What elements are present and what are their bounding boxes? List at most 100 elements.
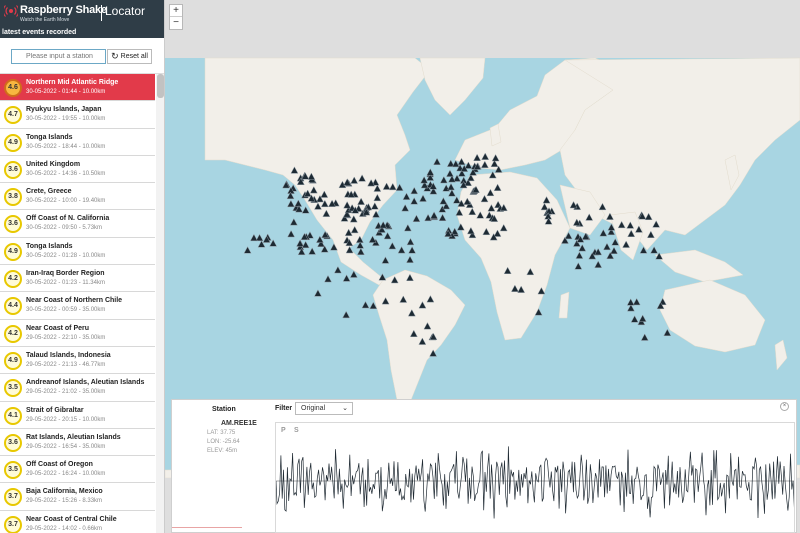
magnitude-badge: 3.7	[4, 515, 22, 533]
event-list-item[interactable]: 3.6 Off Coast of N. California 30-05-2022 …	[0, 210, 155, 238]
station-panel: × Station AM.REE1E LAT: 37.75 LON: -25.6…	[171, 399, 797, 533]
event-location: Baja California, Mexico	[26, 488, 103, 496]
event-location: Near Coast of Northern Chile	[26, 297, 123, 305]
reset-all-button[interactable]: ↻ Reset all	[107, 49, 152, 64]
event-location: Andreanof Islands, Aleutian Islands	[26, 379, 145, 387]
event-location: United Kingdom	[26, 160, 81, 168]
magnitude-badge: 4.1	[4, 406, 22, 425]
event-list-item[interactable]: 4.9 Talaud Islands, Indonesia 29-05-2022 -…	[0, 346, 155, 375]
magnitude-badge: 4.2	[4, 324, 22, 343]
magnitude-badge: 4.9	[4, 242, 22, 261]
event-time-depth: 30-05-2022 - 19:55 - 10.00km	[26, 116, 106, 123]
event-time-depth: 29-05-2022 - 16:24 - 10.00km	[26, 471, 106, 478]
event-list-item[interactable]: 4.9 Tonga Islands 30-05-2022 - 01:28 - 10.…	[0, 237, 155, 266]
event-location: Tonga Islands	[26, 242, 73, 250]
magnitude-badge: 4.2	[4, 270, 22, 289]
event-time-depth: 29-05-2022 - 21:13 - 46.77km	[26, 361, 106, 368]
event-list-item[interactable]: 4.2 Near Coast of Peru 29-05-2022 - 22:10 …	[0, 319, 155, 347]
event-location: Talaud Islands, Indonesia	[26, 351, 111, 359]
magnitude-badge: 3.6	[4, 215, 22, 234]
station-heading: Station	[212, 406, 236, 413]
magnitude-badge: 4.6	[4, 79, 22, 97]
zoom-in-button[interactable]: +	[170, 5, 182, 17]
event-time-depth: 30-05-2022 - 09:50 - 5.73km	[26, 225, 103, 232]
sidebar-controls: ↻ Reset all	[0, 38, 164, 74]
filter-label: Filter	[275, 405, 293, 412]
event-time-depth: 29-05-2022 - 22:10 - 35.00km	[26, 334, 106, 341]
station-search-input[interactable]	[11, 49, 106, 64]
magnitude-badge: 3.7	[4, 488, 22, 507]
filter-select[interactable]: Original ⌄	[295, 402, 353, 415]
event-time-depth: 29-05-2022 - 16:54 - 35.00km	[26, 443, 106, 450]
event-location: Off Coast of N. California	[26, 215, 110, 223]
magnitude-badge: 3.5	[4, 461, 22, 480]
reset-all-label: Reset all	[120, 53, 148, 60]
zoom-out-button[interactable]: −	[170, 17, 182, 29]
magnitude-badge: 4.4	[4, 297, 22, 316]
event-location: Strait of Gibraltar	[26, 406, 84, 414]
magnitude-badge: 4.9	[4, 351, 22, 370]
event-location: Tonga Islands	[26, 133, 73, 141]
event-location: Ryukyu Islands, Japan	[26, 106, 102, 114]
station-code: AM.REE1E	[221, 420, 257, 427]
magnitude-badge: 3.6	[4, 433, 22, 452]
event-list-item[interactable]: 3.6 United Kingdom 30-05-2022 - 14:36 - 10…	[0, 155, 155, 184]
event-location: Crete, Greece	[26, 188, 72, 196]
event-time-depth: 30-05-2022 - 01:23 - 11.34km	[26, 280, 105, 287]
event-list-item[interactable]: 4.2 Iran-Iraq Border Region 30-05-2022 - 0…	[0, 265, 155, 293]
event-time-depth: 29-05-2022 - 20:15 - 10.00km	[26, 416, 106, 423]
zoom-control: + −	[169, 4, 183, 30]
event-time-depth: 29-05-2022 - 21:02 - 35.00km	[26, 389, 106, 396]
panel-footer-link[interactable]	[172, 527, 242, 532]
magnitude-badge: 4.9	[4, 133, 22, 152]
event-time-depth: 30-05-2022 - 01:44 - 10.00km	[26, 89, 106, 95]
event-list-item[interactable]: 3.5 Andreanof Islands, Aleutian Islands 29…	[0, 374, 155, 402]
chevron-down-icon: ⌄	[342, 405, 348, 412]
event-location: Iran-Iraq Border Region	[26, 270, 105, 278]
event-location: Northern Mid Atlantic Ridge	[26, 79, 119, 86]
event-time-depth: 29-05-2022 - 14:02 - 0.66km	[26, 525, 103, 532]
event-list-item[interactable]: 4.4 Near Coast of Northern Chile 30-05-202…	[0, 292, 155, 320]
magnitude-badge: 3.5	[4, 379, 22, 398]
event-location: Near Coast of Central Chile	[26, 515, 117, 523]
event-list-item[interactable]: 4.9 Tonga Islands 30-05-2022 - 18:44 - 10.…	[0, 128, 155, 156]
reset-icon: ↻	[111, 51, 119, 61]
event-list-item[interactable]: 4.1 Strait of Gibraltar 29-05-2022 - 20:15…	[0, 401, 155, 429]
station-longitude: LON: -25.64	[207, 439, 240, 445]
event-list-item[interactable]: 3.7 Baja California, Mexico 29-05-2022 - 1…	[0, 483, 155, 511]
event-list-item[interactable]: 3.6 Rat Islands, Aleutian Islands 29-05-20…	[0, 428, 155, 457]
event-list-item[interactable]: 4.7 Ryukyu Islands, Japan 30-05-2022 - 19:…	[0, 101, 155, 129]
brand-tagline: Watch the Earth Move	[20, 17, 70, 23]
station-elevation: ELEV: 45m	[207, 448, 238, 454]
close-icon[interactable]: ×	[780, 402, 789, 411]
event-location: Off Coast of Oregon	[26, 461, 93, 469]
latest-events-heading: latest events recorded	[0, 28, 164, 38]
brand-name: Raspberry Shake	[20, 4, 107, 16]
event-time-depth: 30-05-2022 - 14:36 - 10.50km	[26, 170, 106, 177]
raspberry-shake-logo-icon	[4, 5, 18, 17]
event-location: Near Coast of Peru	[26, 324, 90, 332]
event-list-item[interactable]: 4.6 Northern Mid Atlantic Ridge 30-05-2022…	[0, 74, 155, 102]
event-list-item[interactable]: 3.5 Off Coast of Oregon 29-05-2022 - 16:24…	[0, 456, 155, 484]
magnitude-badge: 3.6	[4, 160, 22, 179]
station-latitude: LAT: 37.75	[207, 430, 236, 436]
event-time-depth: 29-05-2022 - 15:26 - 8.33km	[26, 498, 103, 505]
brand-divider	[101, 5, 102, 21]
event-time-depth: 30-05-2022 - 01:28 - 10.00km	[26, 252, 106, 259]
scrollbar-thumb[interactable]	[157, 74, 164, 98]
magnitude-badge: 3.8	[4, 188, 22, 207]
event-list: 4.6 Northern Mid Atlantic Ridge 30-05-2022…	[0, 74, 155, 533]
seismogram-plot[interactable]: P S	[275, 422, 795, 533]
filter-selected-value: Original	[301, 405, 326, 412]
brand-header: Raspberry Shake Watch the Earth Move Loc…	[0, 0, 164, 28]
sidebar: Raspberry Shake Watch the Earth Move Loc…	[0, 0, 165, 533]
event-time-depth: 30-05-2022 - 10:00 - 19.40km	[26, 198, 106, 205]
event-list-item[interactable]: 3.8 Crete, Greece 30-05-2022 - 10:00 - 19.…	[0, 183, 155, 211]
magnitude-badge: 4.7	[4, 106, 22, 125]
event-list-scrollbar[interactable]	[156, 74, 164, 533]
app-root: + − Raspberry Shake Watch the Earth Move…	[0, 0, 800, 533]
event-time-depth: 30-05-2022 - 00:59 - 35.00km	[26, 307, 106, 314]
event-time-depth: 30-05-2022 - 18:44 - 10.00km	[26, 143, 106, 150]
event-list-item[interactable]: 3.7 Near Coast of Central Chile 29-05-2022…	[0, 510, 155, 533]
event-location: Rat Islands, Aleutian Islands	[26, 433, 121, 441]
